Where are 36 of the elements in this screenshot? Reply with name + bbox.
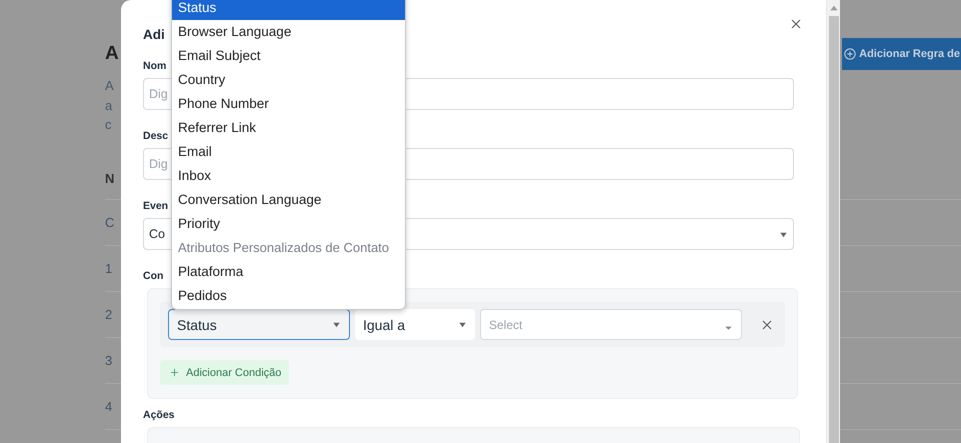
description-text: c bbox=[105, 116, 112, 134]
description-text: A bbox=[105, 77, 114, 95]
modal-title: Adi bbox=[143, 26, 165, 42]
scrollbar-thumb[interactable] bbox=[829, 16, 839, 443]
table-header: N bbox=[105, 171, 114, 186]
page-title: A bbox=[105, 43, 119, 65]
add-rule-button[interactable]: Adicionar Regra de bbox=[842, 38, 961, 70]
field-label: Even bbox=[143, 200, 168, 213]
attribute-select[interactable]: Status bbox=[168, 309, 350, 340]
plus-icon bbox=[170, 368, 179, 377]
dropdown-option[interactable]: Email Subject bbox=[172, 44, 405, 68]
dropdown-option[interactable]: Conversation Language bbox=[172, 188, 405, 212]
dropdown-option[interactable]: Plataforma bbox=[172, 260, 405, 284]
field-label: Nom bbox=[143, 60, 166, 73]
plus-circle-icon bbox=[844, 48, 856, 60]
add-condition-button[interactable]: Adicionar Condição bbox=[160, 360, 290, 385]
section-label: Con bbox=[143, 270, 164, 283]
caret-icon bbox=[458, 320, 467, 329]
table-cell: 1 bbox=[105, 260, 112, 276]
scrollbar[interactable] bbox=[826, 0, 840, 443]
table-cell: 3 bbox=[105, 352, 112, 368]
field-label: Desc bbox=[143, 130, 168, 143]
description-text: a bbox=[105, 96, 112, 114]
section-label: Ações bbox=[143, 409, 175, 422]
table-cell: C bbox=[105, 214, 114, 230]
table-cell: 4 bbox=[105, 398, 112, 414]
remove-icon[interactable] bbox=[762, 320, 772, 330]
table-cell: 2 bbox=[105, 306, 112, 322]
close-icon[interactable] bbox=[791, 19, 801, 29]
dropdown-option[interactable]: Referrer Link bbox=[172, 116, 405, 140]
caret-icon bbox=[332, 320, 341, 329]
operator-select[interactable]: Igual a bbox=[355, 309, 475, 340]
dropdown-option[interactable]: Browser Language bbox=[172, 20, 405, 44]
caret-icon bbox=[779, 230, 788, 238]
dropdown-option[interactable]: Status bbox=[172, 0, 405, 20]
dropdown-option[interactable]: Pedidos bbox=[172, 284, 405, 308]
